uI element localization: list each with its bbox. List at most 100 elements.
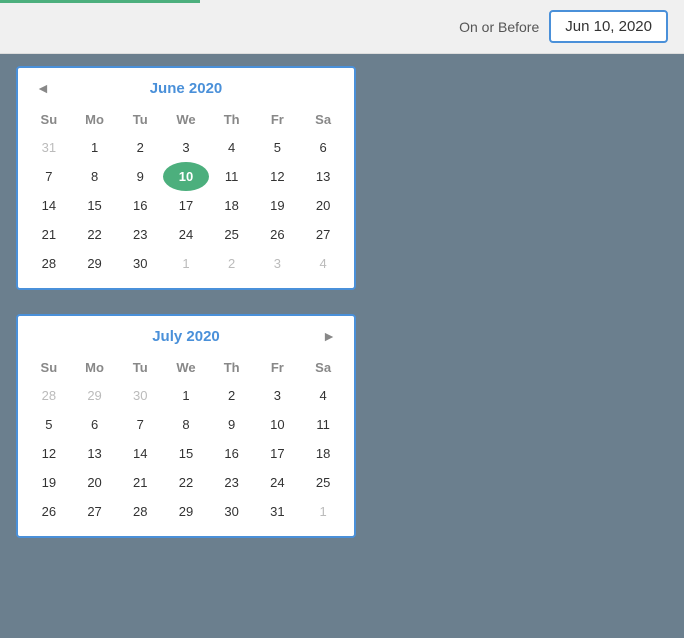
calendar-header-july-2020: ◄July 2020►: [26, 326, 346, 346]
day-cell[interactable]: 1: [163, 381, 209, 410]
day-cell[interactable]: 15: [72, 191, 118, 220]
day-cell[interactable]: 4: [300, 249, 346, 278]
week-row: 19202122232425: [26, 468, 346, 497]
weekday-header: Th: [209, 108, 255, 133]
day-cell[interactable]: 27: [72, 497, 118, 526]
week-row: 31123456: [26, 133, 346, 162]
weekday-header: Sa: [300, 108, 346, 133]
day-cell[interactable]: 22: [72, 220, 118, 249]
day-cell[interactable]: 1: [163, 249, 209, 278]
day-cell[interactable]: 9: [117, 162, 163, 191]
day-cell[interactable]: 17: [255, 439, 301, 468]
day-cell[interactable]: 15: [163, 439, 209, 468]
day-cell[interactable]: 21: [117, 468, 163, 497]
day-cell[interactable]: 14: [26, 191, 72, 220]
day-cell[interactable]: 16: [117, 191, 163, 220]
day-cell[interactable]: 12: [26, 439, 72, 468]
day-cell[interactable]: 28: [26, 381, 72, 410]
day-cell[interactable]: 31: [26, 133, 72, 162]
day-cell[interactable]: 10: [163, 162, 209, 191]
weekday-header: Fr: [255, 108, 301, 133]
calendar-title-july-2020: July 2020: [56, 328, 316, 345]
day-cell[interactable]: 1: [300, 497, 346, 526]
weekday-header: We: [163, 356, 209, 381]
weekday-header: Sa: [300, 356, 346, 381]
weekday-header: Tu: [117, 108, 163, 133]
day-cell[interactable]: 6: [72, 410, 118, 439]
day-cell[interactable]: 30: [117, 381, 163, 410]
weekday-header: We: [163, 108, 209, 133]
calendar-july-2020: ◄July 2020►SuMoTuWeThFrSa282930123456789…: [16, 314, 356, 538]
day-cell[interactable]: 29: [163, 497, 209, 526]
week-row: 14151617181920: [26, 191, 346, 220]
prev-arrow-june-2020[interactable]: ◄: [30, 78, 56, 98]
day-cell[interactable]: 31: [255, 497, 301, 526]
day-cell[interactable]: 17: [163, 191, 209, 220]
day-cell[interactable]: 23: [209, 468, 255, 497]
weekday-header: Su: [26, 108, 72, 133]
day-cell[interactable]: 11: [300, 410, 346, 439]
day-cell[interactable]: 1: [72, 133, 118, 162]
calendars-wrapper: ◄June 2020►SuMoTuWeThFrSa311234567891011…: [0, 54, 684, 550]
day-cell[interactable]: 6: [300, 133, 346, 162]
day-cell[interactable]: 5: [255, 133, 301, 162]
day-cell[interactable]: 2: [209, 249, 255, 278]
day-cell[interactable]: 19: [26, 468, 72, 497]
day-cell[interactable]: 2: [209, 381, 255, 410]
day-cell[interactable]: 23: [117, 220, 163, 249]
week-row: 2627282930311: [26, 497, 346, 526]
day-cell[interactable]: 9: [209, 410, 255, 439]
day-cell[interactable]: 19: [255, 191, 301, 220]
day-cell[interactable]: 16: [209, 439, 255, 468]
day-cell[interactable]: 7: [117, 410, 163, 439]
day-cell[interactable]: 27: [300, 220, 346, 249]
week-row: 12131415161718: [26, 439, 346, 468]
day-cell[interactable]: 8: [163, 410, 209, 439]
day-cell[interactable]: 11: [209, 162, 255, 191]
day-cell[interactable]: 20: [72, 468, 118, 497]
day-cell[interactable]: 26: [255, 220, 301, 249]
next-arrow-july-2020[interactable]: ►: [316, 326, 342, 346]
day-cell[interactable]: 18: [300, 439, 346, 468]
day-cell[interactable]: 3: [255, 381, 301, 410]
day-grid-june-2020: SuMoTuWeThFrSa31123456789101112131415161…: [26, 108, 346, 278]
calendar-june-2020: ◄June 2020►SuMoTuWeThFrSa311234567891011…: [16, 66, 356, 290]
day-cell[interactable]: 29: [72, 249, 118, 278]
day-cell[interactable]: 28: [26, 249, 72, 278]
day-cell[interactable]: 24: [255, 468, 301, 497]
day-cell[interactable]: 14: [117, 439, 163, 468]
calendar-header-june-2020: ◄June 2020►: [26, 78, 346, 98]
calendar-title-june-2020: June 2020: [56, 80, 316, 97]
day-cell[interactable]: 28: [117, 497, 163, 526]
day-cell[interactable]: 22: [163, 468, 209, 497]
week-row: 567891011: [26, 410, 346, 439]
day-cell[interactable]: 26: [26, 497, 72, 526]
day-cell[interactable]: 5: [26, 410, 72, 439]
day-cell[interactable]: 4: [209, 133, 255, 162]
top-bar: On or Before Jun 10, 2020: [0, 0, 684, 54]
weekday-header: Fr: [255, 356, 301, 381]
day-cell[interactable]: 18: [209, 191, 255, 220]
day-cell[interactable]: 2: [117, 133, 163, 162]
day-cell[interactable]: 3: [255, 249, 301, 278]
day-cell[interactable]: 12: [255, 162, 301, 191]
day-cell[interactable]: 21: [26, 220, 72, 249]
day-cell[interactable]: 7: [26, 162, 72, 191]
day-cell[interactable]: 4: [300, 381, 346, 410]
day-cell[interactable]: 29: [72, 381, 118, 410]
weekday-header: Su: [26, 356, 72, 381]
day-cell[interactable]: 30: [117, 249, 163, 278]
day-cell[interactable]: 13: [300, 162, 346, 191]
day-cell[interactable]: 25: [300, 468, 346, 497]
day-cell[interactable]: 30: [209, 497, 255, 526]
weekday-header: Tu: [117, 356, 163, 381]
day-cell[interactable]: 10: [255, 410, 301, 439]
day-cell[interactable]: 3: [163, 133, 209, 162]
week-row: 78910111213: [26, 162, 346, 191]
day-cell[interactable]: 13: [72, 439, 118, 468]
day-cell[interactable]: 20: [300, 191, 346, 220]
day-cell[interactable]: 24: [163, 220, 209, 249]
day-cell[interactable]: 8: [72, 162, 118, 191]
date-badge[interactable]: Jun 10, 2020: [549, 10, 668, 43]
day-cell[interactable]: 25: [209, 220, 255, 249]
